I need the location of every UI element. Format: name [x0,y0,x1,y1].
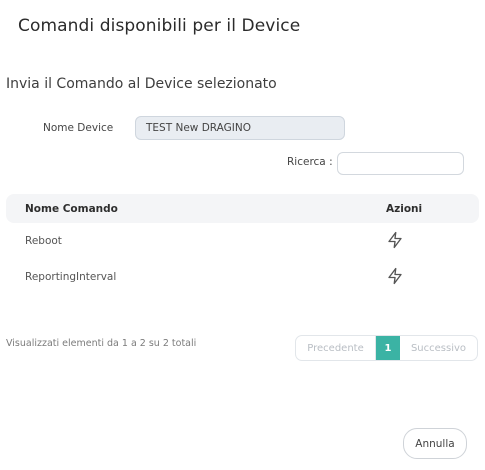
modal-subtitle: Invia il Comando al Device selezionato [6,76,277,92]
page-1-button[interactable]: 1 [376,336,400,360]
table-header: Nome Comando Azioni [6,194,479,223]
pagination: Precedente 1 Successivo [295,335,478,361]
command-name: Reboot [25,235,62,247]
cancel-button[interactable]: Annulla [403,428,467,459]
previous-page-button[interactable]: Precedente [296,336,376,360]
search-input[interactable] [337,152,464,175]
lightning-icon[interactable] [386,267,404,285]
next-page-button[interactable]: Successivo [400,336,477,360]
command-name: ReportingInterval [25,271,117,283]
column-header-actions: Azioni [386,203,423,215]
pagination-info: Visualizzati elementi da 1 a 2 su 2 tota… [6,338,197,349]
device-name-label: Nome Device [43,122,114,134]
search-label: Ricerca : [287,156,333,168]
column-header-command-name: Nome Comando [25,203,118,215]
device-name-field: TEST New DRAGINO [135,116,345,140]
modal-title: Comandi disponibili per il Device [18,16,301,36]
lightning-icon[interactable] [386,231,404,249]
